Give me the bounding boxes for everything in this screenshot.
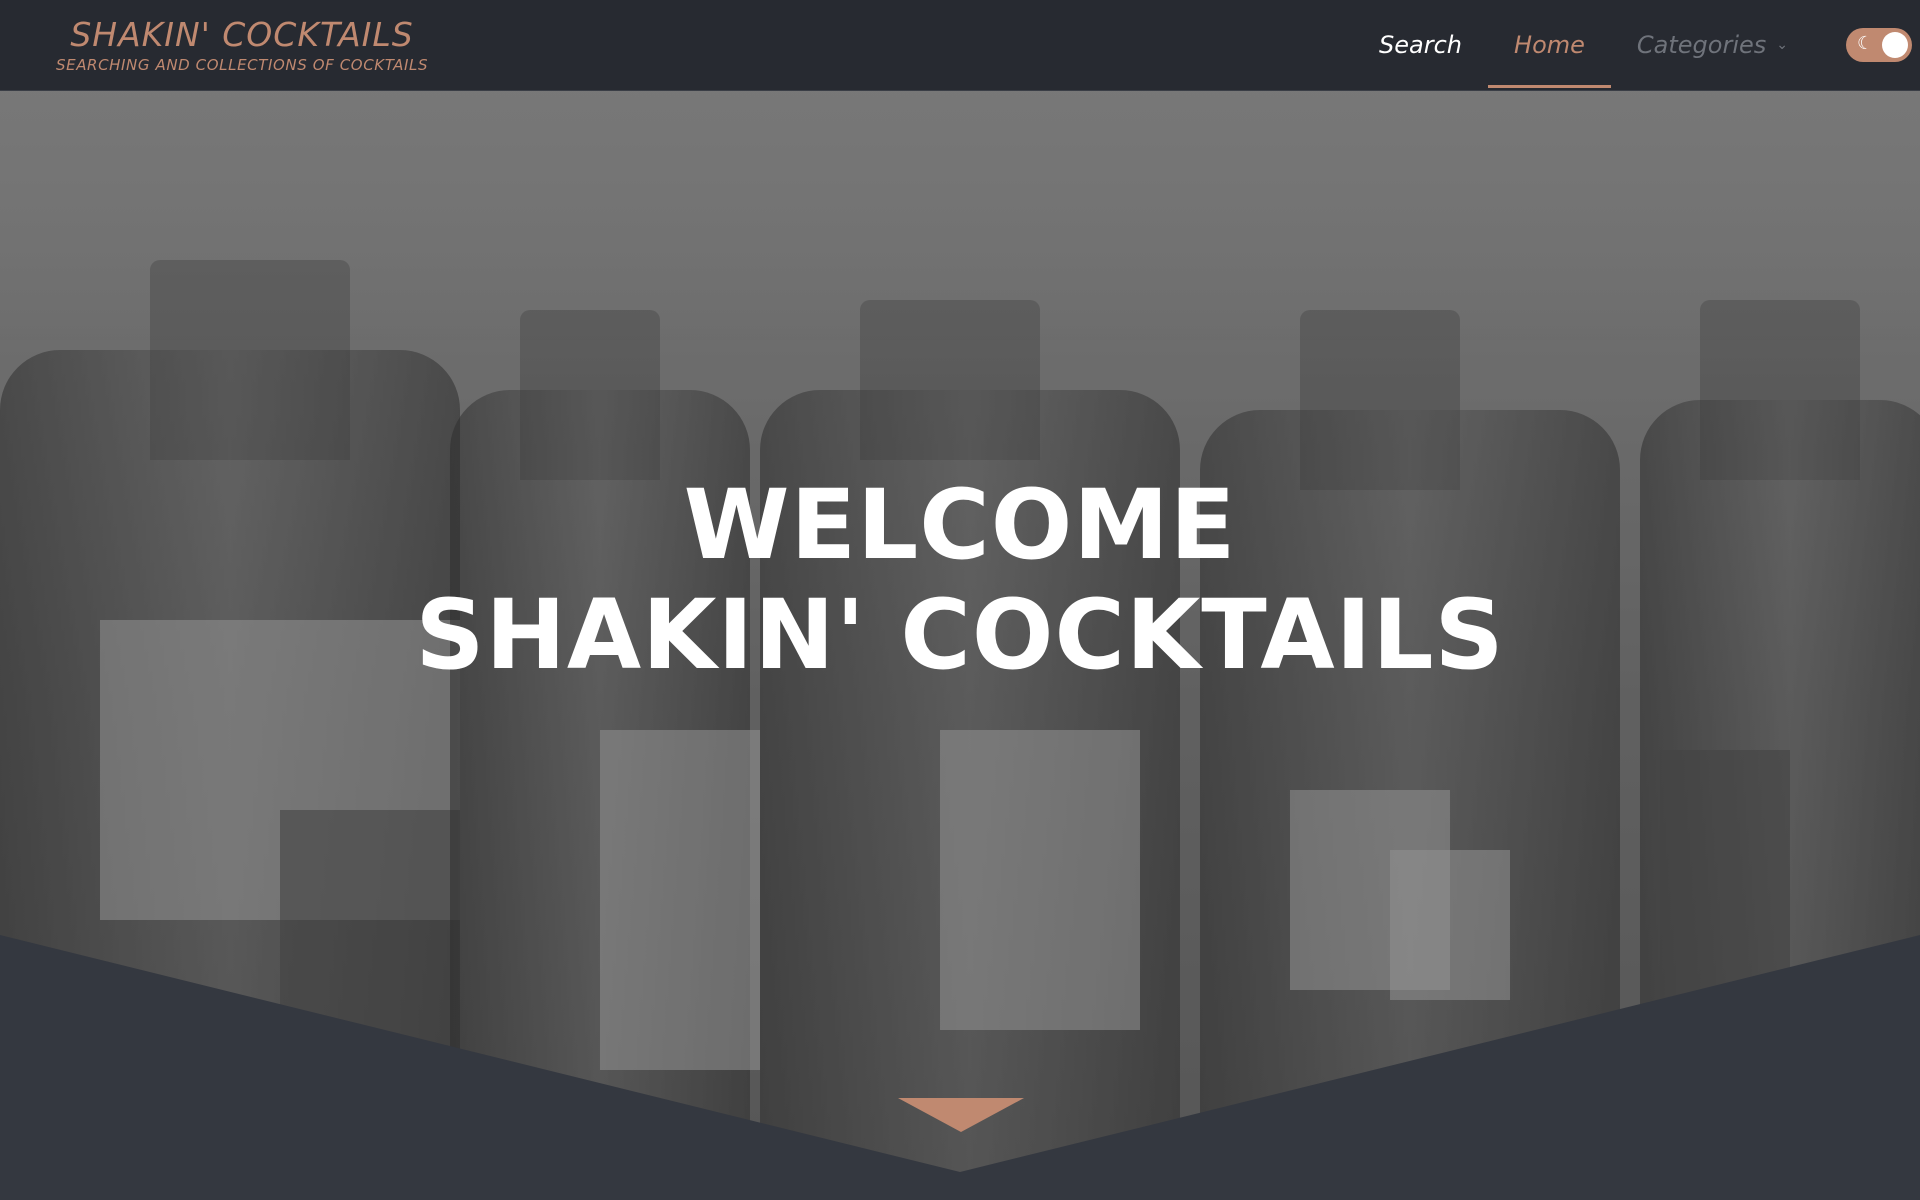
brand-title: SHAKIN' COCKTAILS bbox=[70, 15, 414, 54]
brand-logo[interactable]: SHAKIN' COCKTAILS SEARCHING AND COLLECTI… bbox=[56, 18, 428, 73]
chevron-down-icon: ⌄ bbox=[1776, 37, 1788, 53]
navbar: SHAKIN' COCKTAILS SEARCHING AND COLLECTI… bbox=[0, 0, 1920, 91]
bottom-band-shape bbox=[0, 935, 1920, 1200]
nav-categories-dropdown[interactable]: Categories ⌄ bbox=[1611, 0, 1814, 90]
brand-tagline: SEARCHING AND COLLECTIONS OF COCKTAILS bbox=[56, 56, 429, 74]
scroll-down-arrow-icon[interactable] bbox=[898, 1098, 1024, 1132]
toggle-knob bbox=[1882, 32, 1908, 58]
nav-categories-label: Categories bbox=[1636, 31, 1767, 59]
hero-bottom-band bbox=[0, 935, 1920, 1200]
moon-icon: ☾ bbox=[1857, 33, 1874, 54]
nav-home-label: Home bbox=[1514, 31, 1585, 59]
theme-toggle[interactable]: ☾ bbox=[1846, 28, 1912, 62]
nav-links: Search Home Categories ⌄ bbox=[1353, 0, 1814, 90]
nav-search-link[interactable]: Search bbox=[1353, 0, 1488, 90]
nav-search-label: Search bbox=[1379, 31, 1463, 59]
nav-home-link[interactable]: Home bbox=[1488, 0, 1611, 90]
